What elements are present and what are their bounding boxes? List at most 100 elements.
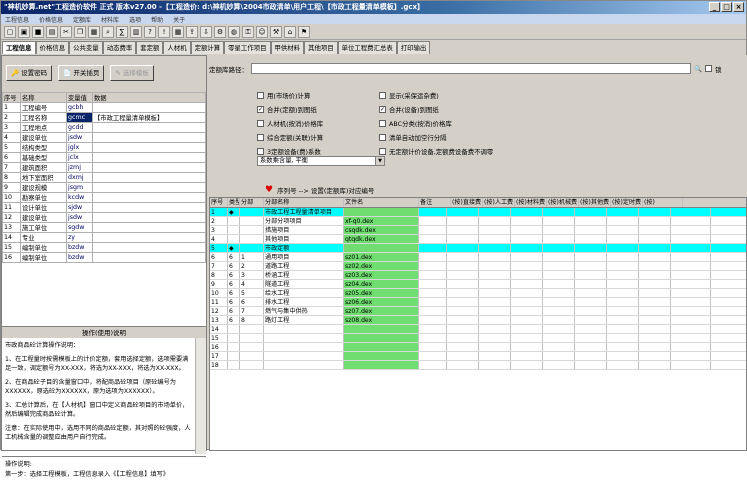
- grid-cell[interactable]: [479, 343, 511, 351]
- grid-cell-no[interactable]: 16: [210, 343, 228, 351]
- grid-cell-name[interactable]: 隧道工程: [264, 280, 344, 288]
- cell-data[interactable]: [92, 222, 206, 233]
- grid-cell[interactable]: [543, 352, 575, 360]
- instructions-scrollbar[interactable]: [195, 338, 206, 454]
- help-icon[interactable]: ?: [144, 25, 156, 38]
- info-icon[interactable]: !: [158, 25, 170, 38]
- grid-cell-type[interactable]: 6: [228, 271, 240, 279]
- table-icon[interactable]: ▦: [172, 25, 184, 38]
- globe-icon[interactable]: ◍: [228, 25, 240, 38]
- grid-cell[interactable]: [575, 262, 607, 270]
- grid-cell-part[interactable]: [240, 226, 264, 234]
- grid-cell[interactable]: [479, 334, 511, 342]
- grid-cell-no[interactable]: 6: [210, 253, 228, 261]
- grid-cell[interactable]: [511, 280, 543, 288]
- grid-cell[interactable]: [511, 361, 543, 369]
- grid-cell[interactable]: [511, 208, 543, 216]
- grid-cell[interactable]: [479, 235, 511, 243]
- grid-cell-type[interactable]: [228, 343, 240, 351]
- grid-cell-name[interactable]: 燃气与集中供热: [264, 307, 344, 315]
- grid-cell[interactable]: [607, 298, 639, 306]
- tab-5[interactable]: 人材机: [163, 41, 191, 54]
- grid-row[interactable]: 13 6 8 路灯工程 sz08.dex: [210, 316, 746, 325]
- grid-cell-part[interactable]: [240, 334, 264, 342]
- calc-icon[interactable]: ∑: [116, 25, 128, 38]
- grid-cell-type[interactable]: [228, 217, 240, 225]
- grid-cell[interactable]: [671, 343, 711, 351]
- grid-cell-part[interactable]: [240, 235, 264, 243]
- grid-row[interactable]: 18: [210, 361, 746, 370]
- cell-data[interactable]: 【市政工程量清单模板】: [92, 112, 206, 123]
- grid-cell-name[interactable]: [264, 334, 344, 342]
- grid-cell-type[interactable]: 6: [228, 289, 240, 297]
- grid-cell[interactable]: [511, 271, 543, 279]
- grid-cell[interactable]: [671, 226, 711, 234]
- grid-cell-type[interactable]: 6: [228, 253, 240, 261]
- table-row[interactable]: 14 专业 zy: [2, 232, 206, 243]
- table-row[interactable]: 12 建设单位 jsdw: [2, 212, 206, 223]
- import-icon[interactable]: ⇩: [200, 25, 212, 38]
- grid-row[interactable]: 17: [210, 352, 746, 361]
- table-row[interactable]: 4 建设单位 jsdw: [2, 132, 206, 143]
- grid-cell[interactable]: [447, 262, 479, 270]
- table-row[interactable]: 16 编制单位 bzdw: [2, 252, 206, 263]
- grid-cell[interactable]: [419, 235, 447, 243]
- grid-cell-no[interactable]: 9: [210, 280, 228, 288]
- grid-row[interactable]: 15: [210, 334, 746, 343]
- tab-8[interactable]: 甲供材料: [270, 41, 305, 54]
- grid-cell[interactable]: [607, 325, 639, 333]
- grid-cell[interactable]: [639, 307, 671, 315]
- grid-cell-part[interactable]: 6: [240, 298, 264, 306]
- grid-cell-file[interactable]: csqdk.dex: [344, 226, 419, 234]
- minimize-button[interactable]: _: [709, 2, 720, 12]
- grid-cell[interactable]: [447, 334, 479, 342]
- grid-cell-file[interactable]: sz02.dex: [344, 262, 419, 270]
- new-icon[interactable]: ▢: [4, 25, 16, 38]
- grid-cell-file[interactable]: [344, 334, 419, 342]
- cell-data[interactable]: [92, 102, 206, 113]
- grid-cell[interactable]: [671, 352, 711, 360]
- grid-cell[interactable]: [639, 244, 671, 252]
- grid-cell[interactable]: [419, 343, 447, 351]
- grid-cell-file[interactable]: sz05.dex: [344, 289, 419, 297]
- grid-cell-part[interactable]: 4: [240, 280, 264, 288]
- grid-cell[interactable]: [639, 208, 671, 216]
- tab-0[interactable]: 工程信息: [2, 41, 36, 54]
- grid-cell[interactable]: [607, 226, 639, 234]
- quick-menu-item[interactable]: 价格信息: [39, 15, 63, 24]
- table-row[interactable]: 15 编制单位 bzdw: [2, 242, 206, 253]
- grid-cell[interactable]: [639, 361, 671, 369]
- grid-cell-name[interactable]: [264, 343, 344, 351]
- grid-col-header[interactable]: (按)定时费: [611, 198, 643, 207]
- grid-cell[interactable]: [419, 352, 447, 360]
- grid-cell[interactable]: [447, 208, 479, 216]
- grid-cell[interactable]: [575, 361, 607, 369]
- cell-data[interactable]: [92, 192, 206, 203]
- table-row[interactable]: 7 建筑面积 jzmj: [2, 162, 206, 173]
- checkbox-box[interactable]: [379, 120, 386, 127]
- tab-2[interactable]: 公共变量: [69, 41, 103, 54]
- grid-cell[interactable]: [543, 334, 575, 342]
- grid-cell[interactable]: [543, 235, 575, 243]
- table-row[interactable]: 9 建设规模 jsgm: [2, 182, 206, 193]
- grid-col-header[interactable]: 备注: [419, 198, 451, 207]
- quick-menu-item[interactable]: 材料库: [101, 15, 119, 24]
- tab-10[interactable]: 单位工程费汇总表: [337, 41, 397, 54]
- option-checkbox[interactable]: 综合定额(关联)计算: [257, 133, 323, 142]
- grid-cell[interactable]: [543, 244, 575, 252]
- grid-cell[interactable]: [511, 262, 543, 270]
- table-row[interactable]: 1 工程编号 gcbh: [2, 102, 206, 113]
- grid-cell[interactable]: [607, 343, 639, 351]
- grid-cell[interactable]: [479, 262, 511, 270]
- quick-menu-item[interactable]: 工程信息: [5, 15, 29, 24]
- grid-cell[interactable]: [447, 280, 479, 288]
- quota-path-input[interactable]: [251, 63, 691, 74]
- grid-cell[interactable]: [419, 361, 447, 369]
- grid-cell-name[interactable]: [264, 352, 344, 360]
- grid-cell[interactable]: [419, 280, 447, 288]
- tab-11[interactable]: 打印输出: [396, 41, 431, 54]
- cell-data[interactable]: [92, 182, 206, 193]
- table-row[interactable]: 5 结构类型 jglx: [2, 142, 206, 153]
- grid-cell-no[interactable]: 18: [210, 361, 228, 369]
- grid-cell[interactable]: [479, 289, 511, 297]
